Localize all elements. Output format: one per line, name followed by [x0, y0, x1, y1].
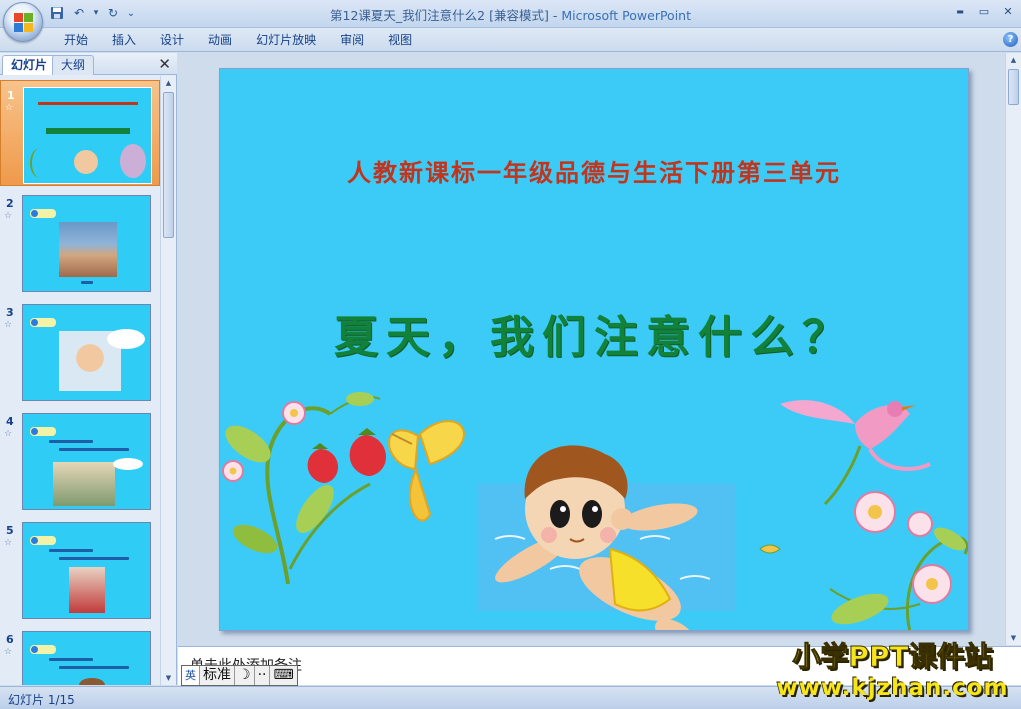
slide-number: 2 — [6, 197, 14, 210]
slide-preview — [22, 195, 151, 292]
ime-toolbar: 英 标准 ☽ ·· ⌨ — [181, 665, 298, 686]
ribbon-tabs: 开始 插入 设计 动画 幻灯片放映 审阅 视图 — [52, 31, 424, 49]
tab-home[interactable]: 开始 — [52, 31, 100, 49]
redo-icon[interactable]: ↻ — [104, 4, 122, 22]
scrollbar-thumb[interactable] — [1008, 69, 1019, 105]
slide-number: 1 — [7, 89, 15, 102]
transition-star-icon: ☆ — [5, 103, 14, 113]
slide-editor: 人教新课标一年级品德与生活下册第三单元 夏天，我们注意什么？ — [178, 53, 1005, 645]
site-watermark: 小学PPT课件站 www.kjzhan.com — [770, 640, 1015, 704]
ime-language-icon[interactable]: 英 — [182, 666, 200, 685]
butterfly — [388, 420, 465, 522]
scroll-up-arrow-icon[interactable]: ▲ — [162, 76, 175, 90]
customize-qat-icon[interactable]: ⌄ — [126, 4, 136, 22]
slide-thumbnail-6[interactable]: 6 ☆ — [0, 625, 160, 685]
watermark-title: 小学PPT课件站 — [792, 640, 993, 674]
slide-preview — [22, 413, 151, 510]
slide-thumbnail-5[interactable]: 5 ☆ — [0, 516, 160, 622]
flower-vine-right — [759, 491, 968, 630]
slide-count-status: 幻灯片 1/15 — [8, 693, 75, 707]
transition-star-icon: ☆ — [4, 211, 13, 221]
bird — [780, 400, 931, 506]
close-button[interactable]: ✕ — [999, 3, 1017, 19]
tab-insert[interactable]: 插入 — [100, 31, 148, 49]
slide-thumbnail-3[interactable]: 3 ☆ — [0, 298, 160, 404]
office-button[interactable] — [3, 2, 43, 42]
ime-halfwidth-icon[interactable]: ☽ — [235, 666, 255, 685]
slide-preview — [22, 522, 151, 619]
application-name: Microsoft PowerPoint — [561, 8, 691, 23]
slides-panel: 幻灯片 大纲 ✕ 1 ☆ 2 ☆ 3 ☆ 4 ☆ 5 ☆ 6 ☆ ▲ ▼ — [0, 53, 177, 685]
quick-access-toolbar: ↶ ▾ ↻ ⌄ — [48, 4, 136, 22]
slide-thumbnails: 1 ☆ 2 ☆ 3 ☆ 4 ☆ 5 ☆ 6 ☆ — [0, 76, 160, 685]
window-controls: ▬ ▭ ✕ — [951, 3, 1017, 19]
tab-view[interactable]: 视图 — [376, 31, 424, 49]
watermark-url: www.kjzhan.com — [776, 675, 1009, 701]
tab-design[interactable]: 设计 — [148, 31, 196, 49]
scroll-up-arrow-icon[interactable]: ▲ — [1007, 53, 1020, 67]
editor-scrollbar[interactable]: ▲ ▼ — [1005, 53, 1021, 645]
title-bar: ↶ ▾ ↻ ⌄ 第12课夏天_我们注意什么2 [兼容模式] - Microsof… — [0, 0, 1021, 28]
ribbon: 开始 插入 设计 动画 幻灯片放映 审阅 视图 ? — [0, 28, 1021, 52]
window-title: 第12课夏天_我们注意什么2 [兼容模式] - Microsoft PowerP… — [0, 5, 1021, 24]
undo-dropdown-icon[interactable]: ▾ — [92, 4, 100, 22]
tab-review[interactable]: 审阅 — [328, 31, 376, 49]
tab-animations[interactable]: 动画 — [196, 31, 244, 49]
ime-keyboard-icon[interactable]: ⌨ — [270, 666, 296, 685]
slide-title[interactable]: 夏天，我们注意什么？ — [220, 301, 968, 365]
slide-preview — [22, 304, 151, 401]
powerpoint-window: ↶ ▾ ↻ ⌄ 第12课夏天_我们注意什么2 [兼容模式] - Microsof… — [0, 0, 1021, 709]
help-icon[interactable]: ? — [1003, 32, 1018, 47]
restore-button[interactable]: ▭ — [975, 3, 993, 19]
panel-tabs: 幻灯片 大纲 ✕ — [0, 53, 177, 75]
transition-star-icon: ☆ — [4, 320, 13, 330]
flower-vine-left — [222, 392, 386, 585]
thumbnails-scrollbar[interactable]: ▲ ▼ — [160, 76, 176, 685]
slide-number: 5 — [6, 524, 14, 537]
transition-star-icon: ☆ — [4, 429, 13, 439]
scroll-down-arrow-icon[interactable]: ▼ — [162, 671, 175, 685]
slide-number: 6 — [6, 633, 14, 646]
slide-thumbnail-2[interactable]: 2 ☆ — [0, 189, 160, 295]
office-logo-icon — [14, 13, 34, 33]
title-separator: - — [548, 8, 562, 23]
slide-thumbnail-1[interactable]: 1 ☆ — [0, 80, 160, 186]
ime-mode-button[interactable]: 标准 — [200, 666, 235, 685]
transition-star-icon: ☆ — [4, 647, 13, 657]
document-name: 第12课夏天_我们注意什么2 [兼容模式] — [330, 8, 549, 23]
ime-punctuation-icon[interactable]: ·· — [255, 666, 271, 685]
scrollbar-thumb[interactable] — [163, 92, 174, 238]
tab-outline[interactable]: 大纲 — [52, 55, 95, 75]
save-icon[interactable] — [48, 4, 66, 22]
transition-star-icon: ☆ — [4, 538, 13, 548]
slide-preview — [23, 87, 152, 184]
slide-thumbnail-4[interactable]: 4 ☆ — [0, 407, 160, 513]
close-icon[interactable]: ✕ — [158, 55, 171, 73]
undo-icon[interactable]: ↶ — [70, 4, 88, 22]
minimize-button[interactable]: ▬ — [951, 3, 969, 19]
slide-subtitle[interactable]: 人教新课标一年级品德与生活下册第三单元 — [220, 153, 968, 188]
slide-number: 4 — [6, 415, 14, 428]
tab-slides[interactable]: 幻灯片 — [2, 55, 57, 75]
current-slide[interactable]: 人教新课标一年级品德与生活下册第三单元 夏天，我们注意什么？ — [219, 68, 969, 631]
tab-slideshow[interactable]: 幻灯片放映 — [244, 31, 328, 49]
slide-preview — [22, 631, 151, 685]
slide-number: 3 — [6, 306, 14, 319]
